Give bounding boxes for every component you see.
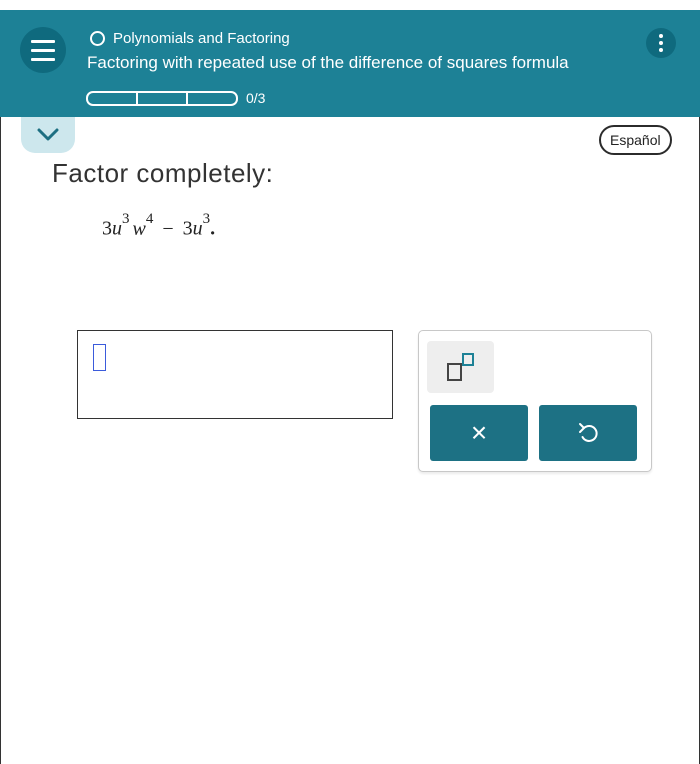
- top-strip: [0, 0, 700, 10]
- left-edge-line: [0, 117, 1, 764]
- term2-variable-u: u: [192, 217, 203, 240]
- progress-bar: 0/3: [86, 90, 265, 106]
- math-keypad: ×: [418, 330, 652, 472]
- chevron-down-icon: [37, 128, 59, 141]
- minus-operator: −: [162, 217, 174, 240]
- lesson-title: Factoring with repeated use of the diffe…: [87, 53, 569, 72]
- undo-icon: [579, 423, 598, 442]
- progress-segment: [186, 90, 238, 106]
- expression-period: .: [210, 217, 216, 240]
- term2-exponent-u: 3: [202, 211, 211, 227]
- term2-coefficient: 3: [182, 217, 193, 240]
- espanol-button[interactable]: Español: [599, 125, 672, 155]
- collapse-tab[interactable]: [21, 117, 75, 153]
- term1-variable-u: u: [112, 217, 122, 240]
- header-bar: Polynomials and Factoring Factoring with…: [0, 10, 700, 117]
- exponent-template-button[interactable]: [427, 341, 494, 393]
- math-expression: 3u3 w4 − 3u3.: [102, 211, 216, 241]
- undo-button[interactable]: [539, 405, 637, 461]
- topic-row: Polynomials and Factoring: [90, 30, 290, 47]
- topic-circle-icon: [90, 31, 105, 46]
- term1-variable-w: w: [132, 217, 146, 240]
- topic-label: Polynomials and Factoring: [113, 30, 290, 47]
- progress-segment: [86, 90, 138, 106]
- term1-exponent-w: 4: [145, 211, 154, 227]
- problem-prompt: Factor completely:: [52, 158, 274, 188]
- input-cursor-box: [93, 344, 106, 371]
- hamburger-menu-icon[interactable]: [20, 27, 66, 73]
- progress-segment: [136, 90, 188, 106]
- answer-input[interactable]: [77, 330, 393, 419]
- kebab-menu-icon[interactable]: [646, 28, 676, 58]
- clear-button[interactable]: ×: [430, 405, 528, 461]
- progress-count: 0/3: [246, 90, 266, 106]
- term1-exponent-u: 3: [122, 211, 130, 227]
- term1-coefficient: 3: [102, 217, 112, 240]
